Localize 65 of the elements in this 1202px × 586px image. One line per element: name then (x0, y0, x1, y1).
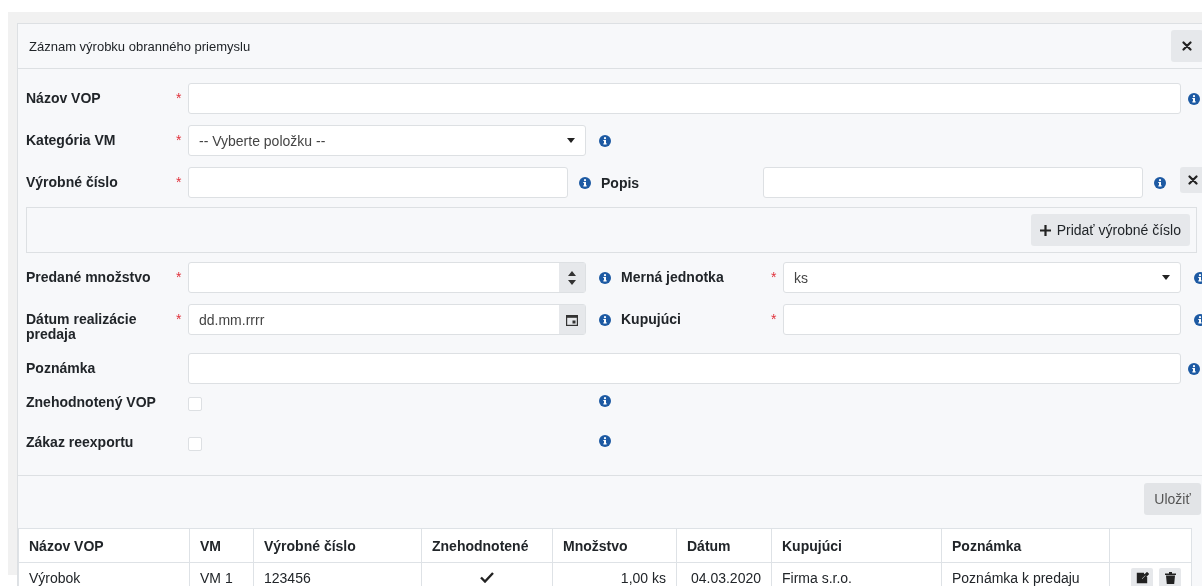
plus-icon (1039, 224, 1051, 236)
column-header: Názov VOP (18, 528, 190, 563)
field-label: Merná jednotka (621, 268, 725, 285)
info-icon[interactable] (598, 395, 611, 407)
info-icon[interactable] (1187, 93, 1200, 105)
field-label: Výrobné číslo (26, 173, 119, 190)
required-mark: * (176, 269, 182, 285)
info-icon[interactable] (1193, 314, 1202, 326)
field-label: Kupujúci (621, 310, 682, 327)
column-header: Poznámka (941, 528, 1110, 563)
info-icon[interactable] (598, 272, 611, 284)
required-mark: * (176, 174, 182, 190)
column-header: Dátum (676, 528, 772, 563)
caret-icon (567, 138, 575, 143)
info-icon[interactable] (598, 435, 611, 447)
close-icon (1182, 41, 1192, 51)
checkbox[interactable] (188, 437, 202, 451)
field-label: Poznámka (26, 359, 97, 376)
spinner-icon[interactable] (568, 270, 576, 285)
field-label: Znehodnotený VOP (26, 395, 157, 410)
field-label: Názov VOP (26, 89, 102, 106)
text-field[interactable] (188, 167, 568, 198)
caret-icon (1162, 275, 1170, 280)
column-header: Množstvo (552, 528, 677, 563)
column-header: Znehodnotené (421, 528, 553, 563)
trash-icon (1164, 571, 1176, 584)
text-field[interactable] (783, 304, 1181, 335)
required-mark: * (771, 311, 777, 327)
info-icon[interactable] (598, 135, 611, 147)
date-field[interactable]: dd.mm.rrrr (188, 304, 586, 335)
select-field[interactable]: -- Vyberte položku -- (188, 125, 586, 156)
column-header: Kupujúci (771, 528, 942, 563)
field-label: Kategória VM (26, 131, 117, 148)
required-mark: * (771, 269, 777, 285)
text-field[interactable] (763, 167, 1143, 198)
checkbox[interactable] (188, 397, 202, 411)
info-icon[interactable] (578, 177, 591, 189)
info-icon[interactable] (598, 314, 611, 326)
select-field[interactable]: ks (783, 262, 1181, 293)
required-mark: * (176, 132, 182, 148)
info-icon[interactable] (1193, 272, 1202, 284)
column-header: Výrobné číslo (253, 528, 422, 563)
field-label: Predané množstvo (26, 268, 152, 285)
number-field[interactable] (188, 262, 586, 293)
info-icon[interactable] (1153, 177, 1166, 189)
close-icon (1188, 175, 1198, 185)
text-field[interactable] (188, 353, 1181, 384)
field-label: Zákaz reexportu (26, 435, 135, 450)
info-icon[interactable] (1187, 363, 1200, 375)
delete-button[interactable] (1159, 567, 1181, 586)
close-button[interactable] (1171, 30, 1202, 62)
text-field[interactable] (188, 83, 1181, 114)
edit-button[interactable] (1131, 567, 1153, 586)
field-label: Popis (601, 174, 641, 191)
required-mark: * (176, 90, 182, 106)
table-cell: Výrobok (18, 562, 190, 586)
save-button[interactable]: Uložiť (1144, 483, 1201, 515)
remove-button[interactable] (1180, 167, 1202, 193)
column-header: VM (189, 528, 254, 563)
dialog-title: Záznam výrobku obranného priemyslu (29, 38, 251, 54)
calendar-icon[interactable] (566, 313, 578, 326)
field-label: Dátum realizácie predaja (26, 310, 138, 342)
edit-icon (1135, 571, 1149, 584)
add-button[interactable]: Pridať výrobné číslo (1030, 214, 1190, 246)
required-mark: * (176, 311, 182, 327)
